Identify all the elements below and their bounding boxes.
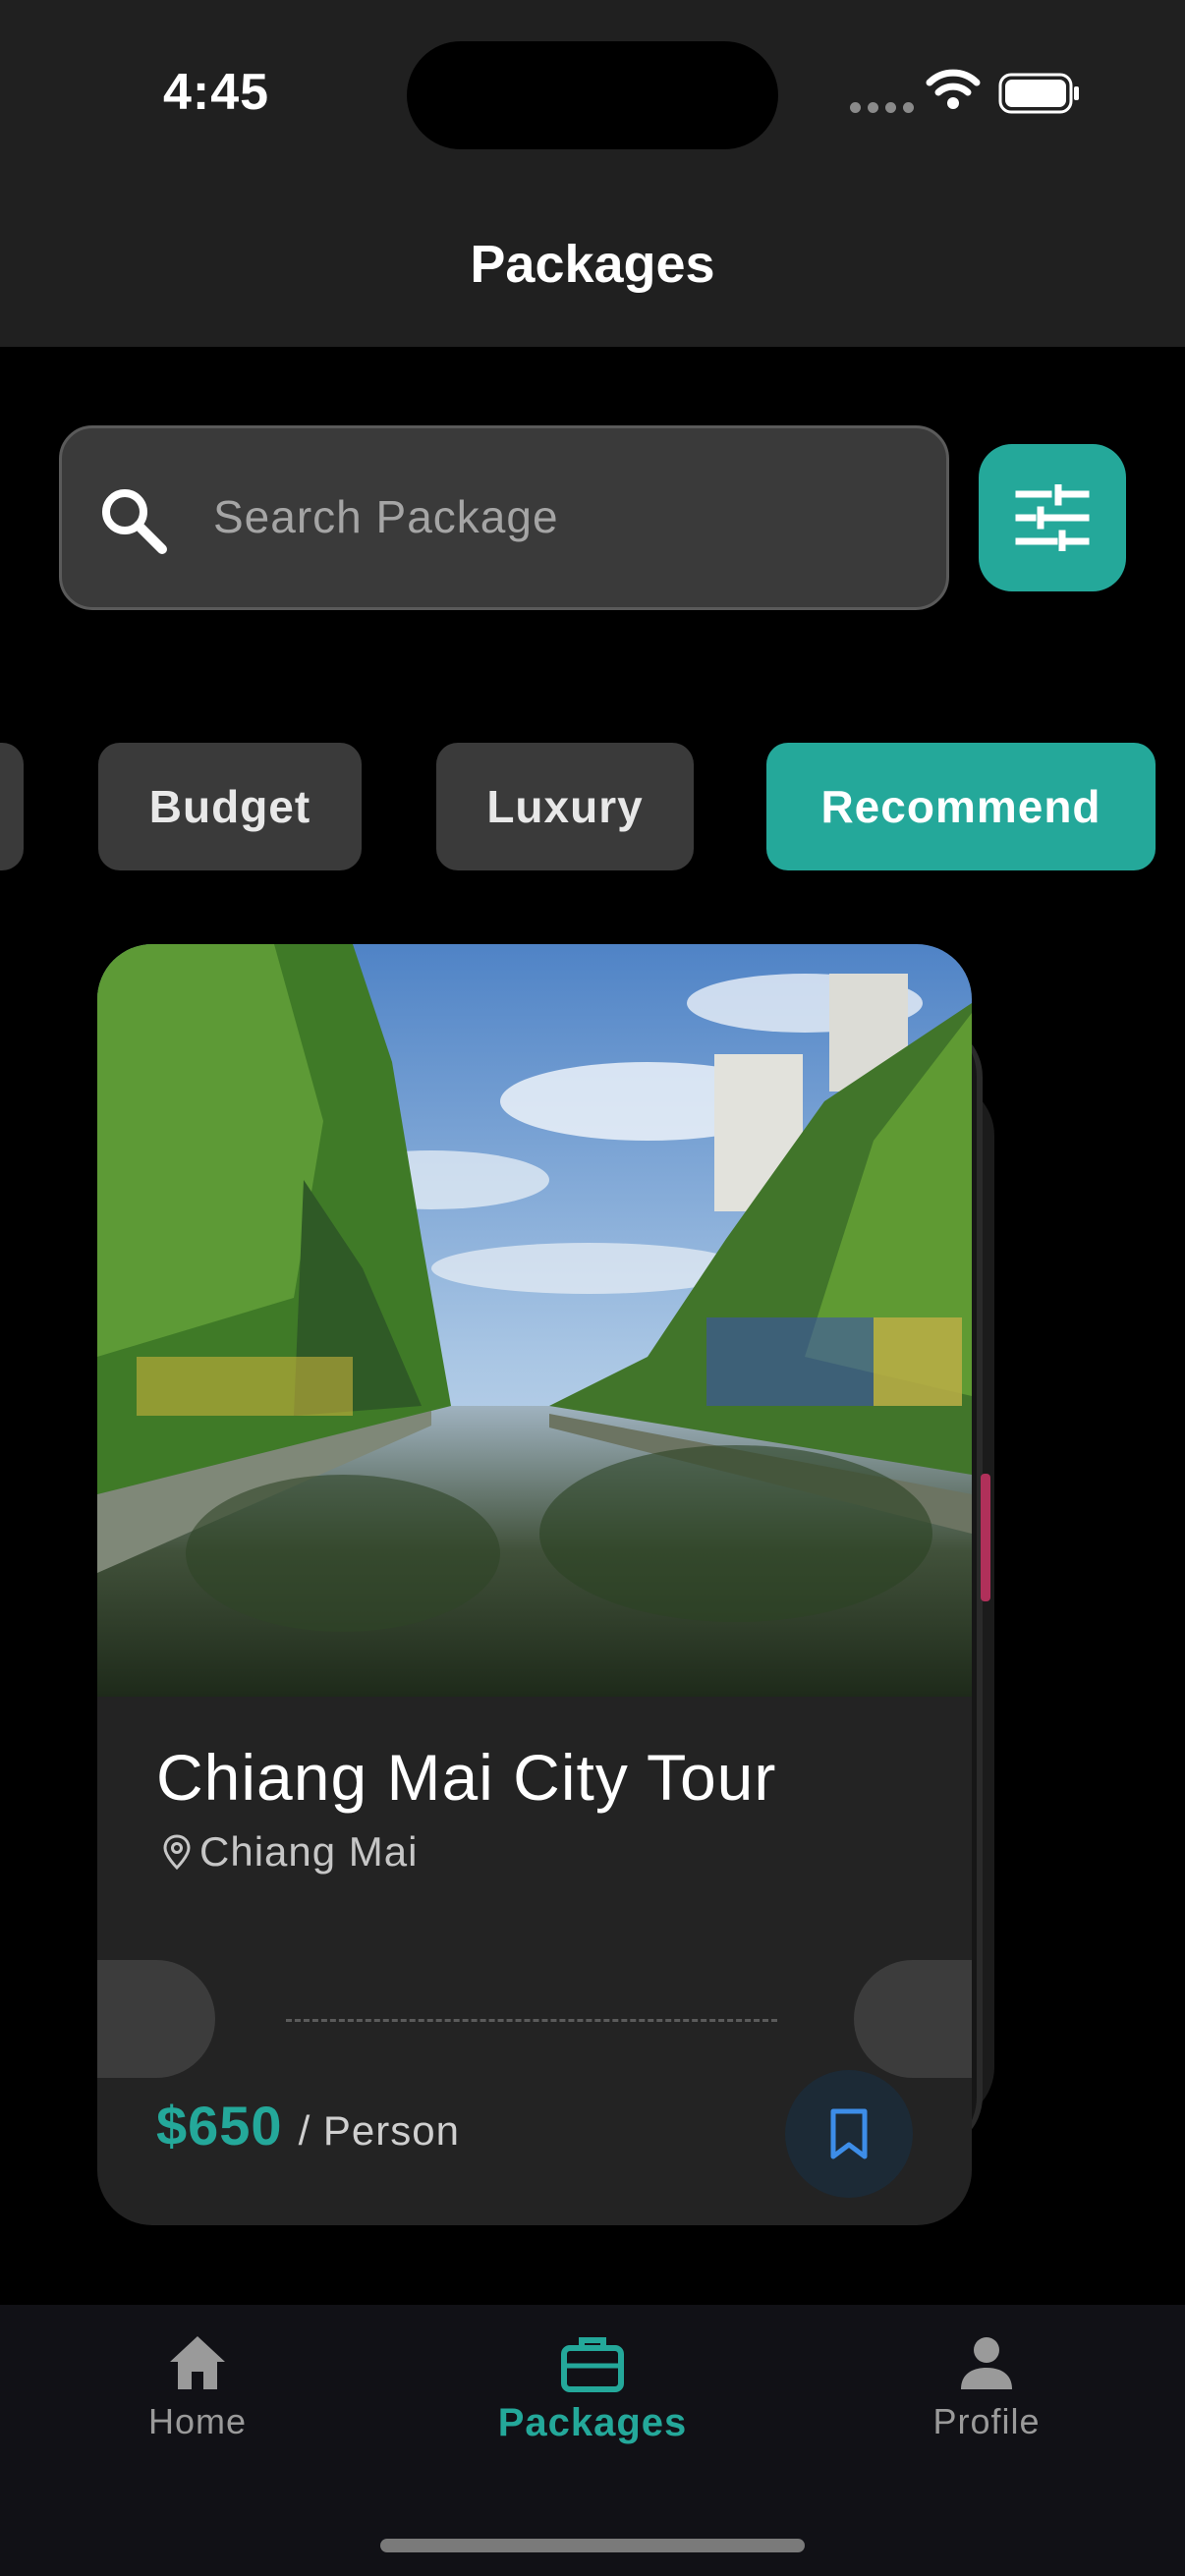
search-input[interactable] [213, 477, 901, 556]
nav-packages[interactable]: Packages [455, 2332, 730, 2445]
package-location: Chiang Mai [162, 1828, 418, 1876]
ticket-divider [286, 2019, 777, 2022]
nav-packages-label: Packages [497, 2401, 688, 2444]
search-icon [102, 489, 167, 554]
sliders-icon [1015, 484, 1090, 551]
package-title: Chiang Mai City Tour [156, 1741, 777, 1814]
chip-budget[interactable]: Budget [98, 743, 362, 870]
bookmark-icon [830, 2108, 868, 2159]
package-location-text: Chiang Mai [199, 1828, 419, 1875]
home-indicator[interactable] [380, 2539, 805, 2552]
chip-luxury[interactable]: Luxury [436, 743, 694, 870]
price-unit: / Person [298, 2107, 460, 2154]
category-chips: Budget Luxury Recommend [0, 743, 1185, 870]
nav-home-label: Home [147, 2401, 248, 2441]
battery-icon [998, 73, 1079, 114]
ticket-notch-right [854, 1960, 972, 2078]
nav-profile[interactable]: Profile [849, 2332, 1124, 2442]
wifi-icon [926, 69, 981, 109]
package-price: $650 / Person [156, 2094, 460, 2157]
price-amount: $650 [156, 2095, 283, 2156]
chip-partial[interactable] [0, 743, 24, 870]
nav-profile-label: Profile [932, 2401, 1041, 2441]
stacked-card-image-edge [981, 1474, 990, 1601]
status-time: 4:45 [163, 64, 270, 121]
package-photo [97, 944, 972, 1697]
top-app-bar: 4:45 Packages [0, 0, 1185, 347]
page-title: Packages [470, 235, 715, 294]
ticket-notch-left [97, 1960, 215, 2078]
cellular-signal-icon [850, 102, 914, 113]
home-icon [170, 2336, 225, 2389]
person-icon [961, 2337, 1012, 2389]
bookmark-button[interactable] [785, 2070, 913, 2198]
nav-home[interactable]: Home [60, 2332, 335, 2442]
package-card[interactable]: Chiang Mai City Tour Chiang Mai $650 / P… [97, 944, 972, 2225]
bottom-navigation: Home Packages Profile [0, 2305, 1185, 2576]
filter-button[interactable] [979, 444, 1126, 591]
chip-recommend[interactable]: Recommend [766, 743, 1156, 870]
location-pin-icon [163, 1834, 191, 1871]
search-bar[interactable] [59, 425, 949, 610]
dynamic-island [407, 41, 778, 149]
briefcase-icon [561, 2337, 624, 2392]
